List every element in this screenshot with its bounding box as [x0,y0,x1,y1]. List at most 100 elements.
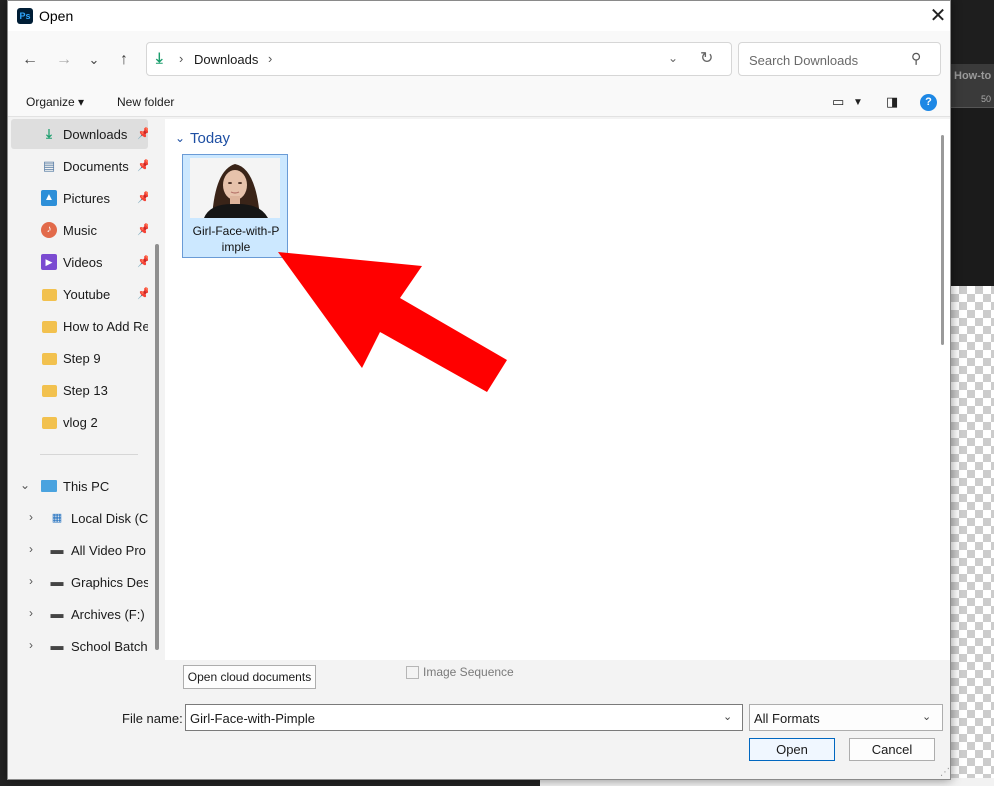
background-transparent-canvas [951,286,994,786]
close-icon[interactable]: ✕ [926,4,950,28]
breadcrumb-chevron-icon[interactable]: › [268,51,272,66]
sidebar-item-documents[interactable]: ▤ Documents 📌 [11,151,148,181]
sidebar-item-school-batch[interactable]: › ▬ School Batch [11,631,148,660]
document-icon: ▤ [42,158,56,173]
chevron-right-icon[interactable]: › [29,574,33,588]
file-thumbnail [190,158,280,218]
chevron-down-icon[interactable]: ⌄ [20,478,30,492]
back-arrow-icon[interactable]: ← [18,48,42,72]
background-canvas-area [951,108,994,286]
breadcrumb-downloads[interactable]: Downloads [194,52,258,67]
chevron-down-icon[interactable]: ⌄ [668,51,678,65]
sidebar-item-label: This PC [63,479,110,494]
sidebar-item-label: All Video Pro [71,543,146,558]
chevron-right-icon[interactable]: › [29,606,33,620]
pin-icon: 📌 [137,160,148,172]
sidebar-scrollbar[interactable] [155,244,159,650]
folder-icon [42,321,57,333]
sidebar-item-label: Graphics Des [71,575,148,590]
chevron-down-icon[interactable]: ⌄ [723,710,732,723]
sidebar-item-videos[interactable]: ▶ Videos 📌 [11,247,148,277]
drive-icon: ▬ [50,606,64,621]
drive-icon: ▬ [50,574,64,589]
sidebar-item-vlog-2[interactable]: vlog 2 [11,407,148,437]
search-icon[interactable]: ⚲ [911,50,921,67]
sidebar-item-youtube[interactable]: Youtube 📌 [11,279,148,309]
sidebar-item-label: Local Disk (C: [71,511,148,526]
sidebar-item-label: Youtube [63,287,111,302]
sidebar-item-label: Music [63,223,97,238]
navigation-bar: ← → ⌄ ↑ ⤓ › Downloads › ⌄ ↻ Search Downl… [8,31,950,89]
sidebar-item-downloads[interactable]: ⤓ Downloads 📌 [11,119,148,149]
dialog-titlebar: Ps Open ✕ [8,1,950,31]
preview-pane-icon[interactable]: ◨ [886,94,898,110]
file-name-field[interactable]: Girl-Face-with-Pimple ⌄ [185,704,743,731]
background-ruler: 50 [951,90,994,108]
sidebar-item-label: School Batch [71,639,148,654]
group-header-today[interactable]: Today [190,130,230,147]
sidebar-item-this-pc[interactable]: ⌄ This PC [11,471,148,501]
view-options-icon[interactable]: ▭ [832,94,844,110]
folder-icon [42,353,57,365]
videos-icon: ▶ [41,254,57,270]
folder-icon [42,289,57,301]
file-name-value[interactable]: Girl-Face-with-Pimple [190,711,315,726]
help-icon[interactable]: ? [920,94,937,111]
drive-icon: ▬ [50,638,64,653]
sidebar-item-label: How to Add Re [63,319,148,334]
recent-locations-chevron-icon[interactable]: ⌄ [82,48,106,72]
sidebar-divider [40,454,138,455]
cancel-button[interactable]: Cancel [849,738,935,761]
sidebar-item-label: vlog 2 [63,415,98,430]
organize-menu[interactable]: Organize ▾ [26,95,84,109]
navigation-pane: ⤓ Downloads 📌 ▤ Documents 📌 ▲ Pictures 📌… [8,117,163,660]
open-cloud-documents-button[interactable]: Open cloud documents [183,665,316,689]
sidebar-item-step-9[interactable]: Step 9 [11,343,148,373]
chevron-down-icon[interactable]: ⌄ [922,710,931,723]
sidebar-item-label: Archives (F:) [71,607,145,622]
chevron-down-icon[interactable]: ▼ [853,97,863,108]
sidebar-item-pictures[interactable]: ▲ Pictures 📌 [11,183,148,213]
download-icon: ⤓ [156,50,163,67]
chevron-down-icon[interactable]: ⌄ [175,131,185,145]
open-button[interactable]: Open [749,738,835,761]
sidebar-item-label: Step 13 [63,383,108,398]
file-format-value[interactable]: All Formats [754,711,820,726]
file-list-scrollbar-thumb[interactable] [941,135,944,345]
sidebar-item-label: Pictures [63,191,110,206]
folder-icon [42,385,57,397]
background-document-tab[interactable]: How-to [951,64,994,90]
refresh-icon[interactable]: ↻ [700,48,713,68]
sidebar-item-local-disk[interactable]: › ▦ Local Disk (C: [11,503,148,533]
pictures-icon: ▲ [41,190,57,206]
photoshop-app-icon: Ps [17,8,33,24]
pin-icon: 📌 [137,288,148,300]
resize-grip-icon[interactable]: ⋰ [940,767,950,778]
sidebar-item-how-to-add[interactable]: How to Add Re [11,311,148,341]
pin-icon: 📌 [137,224,148,236]
command-bar: Organize ▾ New folder ▭ ▼ ◨ ? [8,89,950,117]
computer-icon [41,480,57,492]
sidebar-item-step-13[interactable]: Step 13 [11,375,148,405]
chevron-right-icon[interactable]: › [29,638,33,652]
breadcrumb-chevron-icon[interactable]: › [179,51,183,66]
forward-arrow-icon[interactable]: → [52,48,76,72]
file-format-select[interactable]: All Formats ⌄ [749,704,943,731]
music-icon: ♪ [41,222,57,238]
search-input[interactable]: Search Downloads [749,53,858,68]
folder-icon [42,417,57,429]
chevron-right-icon[interactable]: › [29,542,33,556]
search-box[interactable]: Search Downloads ⚲ [738,42,941,76]
new-folder-button[interactable]: New folder [117,95,174,109]
up-arrow-icon[interactable]: ↑ [112,48,136,72]
red-pointer-arrow [278,252,507,392]
address-bar[interactable]: ⤓ › Downloads › ⌄ ↻ [146,42,732,76]
sidebar-item-music[interactable]: ♪ Music 📌 [11,215,148,245]
sidebar-item-graphics-des[interactable]: › ▬ Graphics Des [11,567,148,597]
chevron-right-icon[interactable]: › [29,510,33,524]
sidebar-item-archives[interactable]: › ▬ Archives (F:) [11,599,148,629]
file-list-scrollbar-track[interactable] [936,119,950,660]
image-sequence-checkbox[interactable] [406,666,419,679]
sidebar-item-all-video-pro[interactable]: › ▬ All Video Pro [11,535,148,565]
sidebar-item-label: Step 9 [63,351,101,366]
